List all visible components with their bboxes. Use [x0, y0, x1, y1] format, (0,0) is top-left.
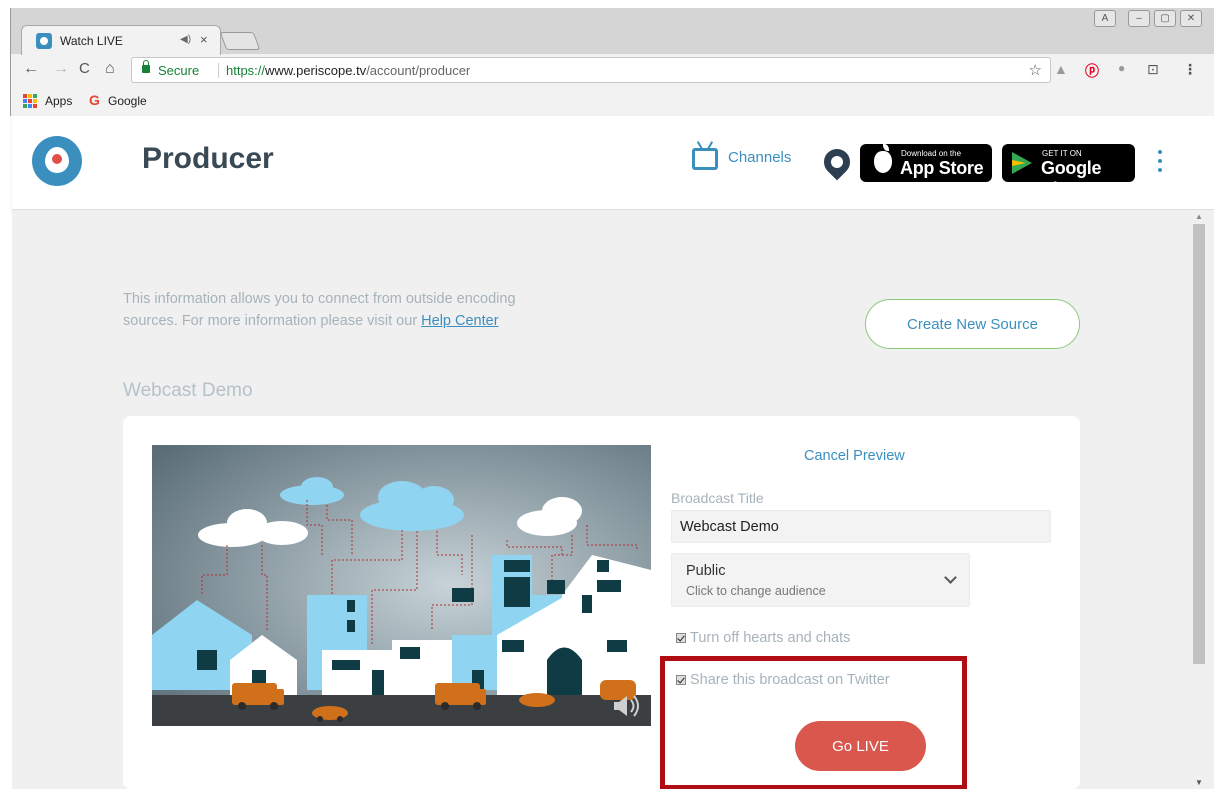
pinterest-extension-icon[interactable]: ⓟ: [1085, 61, 1099, 81]
video-preview[interactable]: [152, 445, 651, 726]
reload-icon[interactable]: C: [79, 60, 90, 77]
tab-audio-icon[interactable]: ◀): [180, 34, 191, 45]
google-play-badge[interactable]: GET IT ON Google Play: [1002, 144, 1135, 199]
info-text: This information allows you to connect f…: [123, 291, 516, 329]
cast-icon[interactable]: ⊡: [1147, 61, 1159, 78]
minimize-button[interactable]: –: [1128, 10, 1150, 27]
home-icon[interactable]: ⌂: [105, 60, 115, 78]
scroll-down-icon[interactable]: ▼: [1195, 778, 1203, 787]
app-store-small-text: Download on the: [901, 149, 962, 158]
channels-link[interactable]: Channels: [692, 144, 791, 170]
tv-icon: [692, 148, 718, 170]
broadcast-title-input[interactable]: [671, 510, 1051, 543]
secure-label: Secure: [158, 63, 200, 78]
bookmark-google[interactable]: Google: [108, 94, 147, 108]
new-tab-button[interactable]: [219, 32, 261, 50]
profile-button[interactable]: A: [1094, 10, 1116, 27]
audience-hint: Click to change audience: [686, 584, 826, 598]
google-play-icon: [1012, 152, 1032, 174]
share-twitter-option: Share this broadcast on Twitter: [676, 672, 890, 688]
bookmark-star-icon[interactable]: ☆: [1029, 61, 1042, 79]
hearts-chats-label: Turn off hearts and chats: [690, 630, 851, 646]
broadcast-title-label: Broadcast Title: [671, 490, 764, 506]
share-twitter-checkbox[interactable]: [676, 675, 686, 685]
tab-close-icon[interactable]: ×: [200, 32, 208, 47]
scroll-up-icon[interactable]: ▲: [1195, 212, 1203, 221]
scroll-thumb[interactable]: [1193, 224, 1205, 664]
more-menu-icon[interactable]: [1158, 150, 1162, 177]
broadcast-card: Cancel Preview Broadcast Title Public Cl…: [123, 416, 1080, 789]
channels-label: Channels: [728, 148, 792, 166]
drive-extension-icon[interactable]: ▲: [1054, 61, 1068, 77]
help-center-link[interactable]: Help Center: [421, 313, 498, 329]
tab-title: Watch LIVE: [60, 34, 123, 48]
hearts-chats-checkbox[interactable]: [676, 633, 686, 643]
periscope-favicon-icon: [36, 33, 52, 49]
back-icon[interactable]: ←: [23, 60, 39, 78]
google-g-icon: G: [89, 92, 100, 108]
city-illustration: [152, 445, 651, 726]
google-play-small-text: GET IT ON: [1042, 149, 1082, 158]
google-play-big-text: Google Play: [1041, 158, 1102, 199]
forward-icon[interactable]: →: [53, 60, 69, 78]
create-new-source-button[interactable]: Create New Source: [865, 299, 1080, 349]
bookmark-apps[interactable]: Apps: [45, 94, 72, 108]
browser-chrome: Watch LIVE ◀) × A – ▢ ✕ ← → C ⌂ Secure h…: [10, 8, 1214, 116]
url-text[interactable]: https://www.periscope.tv/account/produce…: [226, 63, 470, 78]
extension-icon[interactable]: ●: [1118, 61, 1125, 75]
hearts-chats-option: Turn off hearts and chats: [676, 630, 850, 646]
window-controls: A – ▢ ✕: [1094, 10, 1202, 27]
page-scrollbar[interactable]: ▲ ▼: [1190, 210, 1214, 789]
maximize-button[interactable]: ▢: [1154, 10, 1176, 27]
close-window-button[interactable]: ✕: [1180, 10, 1202, 27]
chrome-menu-icon[interactable]: ⋮: [1183, 61, 1197, 78]
audience-select[interactable]: Public Click to change audience: [671, 553, 970, 607]
share-twitter-label: Share this broadcast on Twitter: [690, 672, 890, 688]
chevron-down-icon: [944, 571, 957, 584]
section-title: Webcast Demo: [123, 380, 253, 401]
periscope-logo-icon[interactable]: [32, 136, 82, 186]
app-store-badge[interactable]: Download on the App Store: [860, 144, 992, 182]
browser-tab[interactable]: Watch LIVE ◀) ×: [21, 25, 221, 55]
cancel-preview-link[interactable]: Cancel Preview: [804, 448, 905, 464]
periscope-drop-icon[interactable]: [818, 143, 856, 181]
bookmarks-bar: Apps G Google: [11, 90, 1214, 114]
page-title: Producer: [142, 142, 274, 175]
main-content: This information allows you to connect f…: [12, 210, 1190, 789]
app-store-big-text: App Store: [900, 158, 984, 178]
go-live-button[interactable]: Go LIVE: [795, 721, 926, 771]
address-bar[interactable]: Secure https://www.periscope.tv/account/…: [131, 57, 1051, 83]
site-header: Producer Channels Download on the App St…: [12, 116, 1214, 210]
apps-grid-icon[interactable]: [23, 94, 37, 108]
lock-icon: [142, 60, 150, 73]
omnibox-divider: [218, 63, 219, 78]
browser-toolbar: ← → C ⌂ Secure https://www.periscope.tv/…: [11, 56, 1214, 86]
apple-icon: [874, 144, 892, 173]
tab-strip: Watch LIVE ◀) × A – ▢ ✕: [11, 8, 1214, 55]
audience-value: Public: [686, 563, 726, 579]
